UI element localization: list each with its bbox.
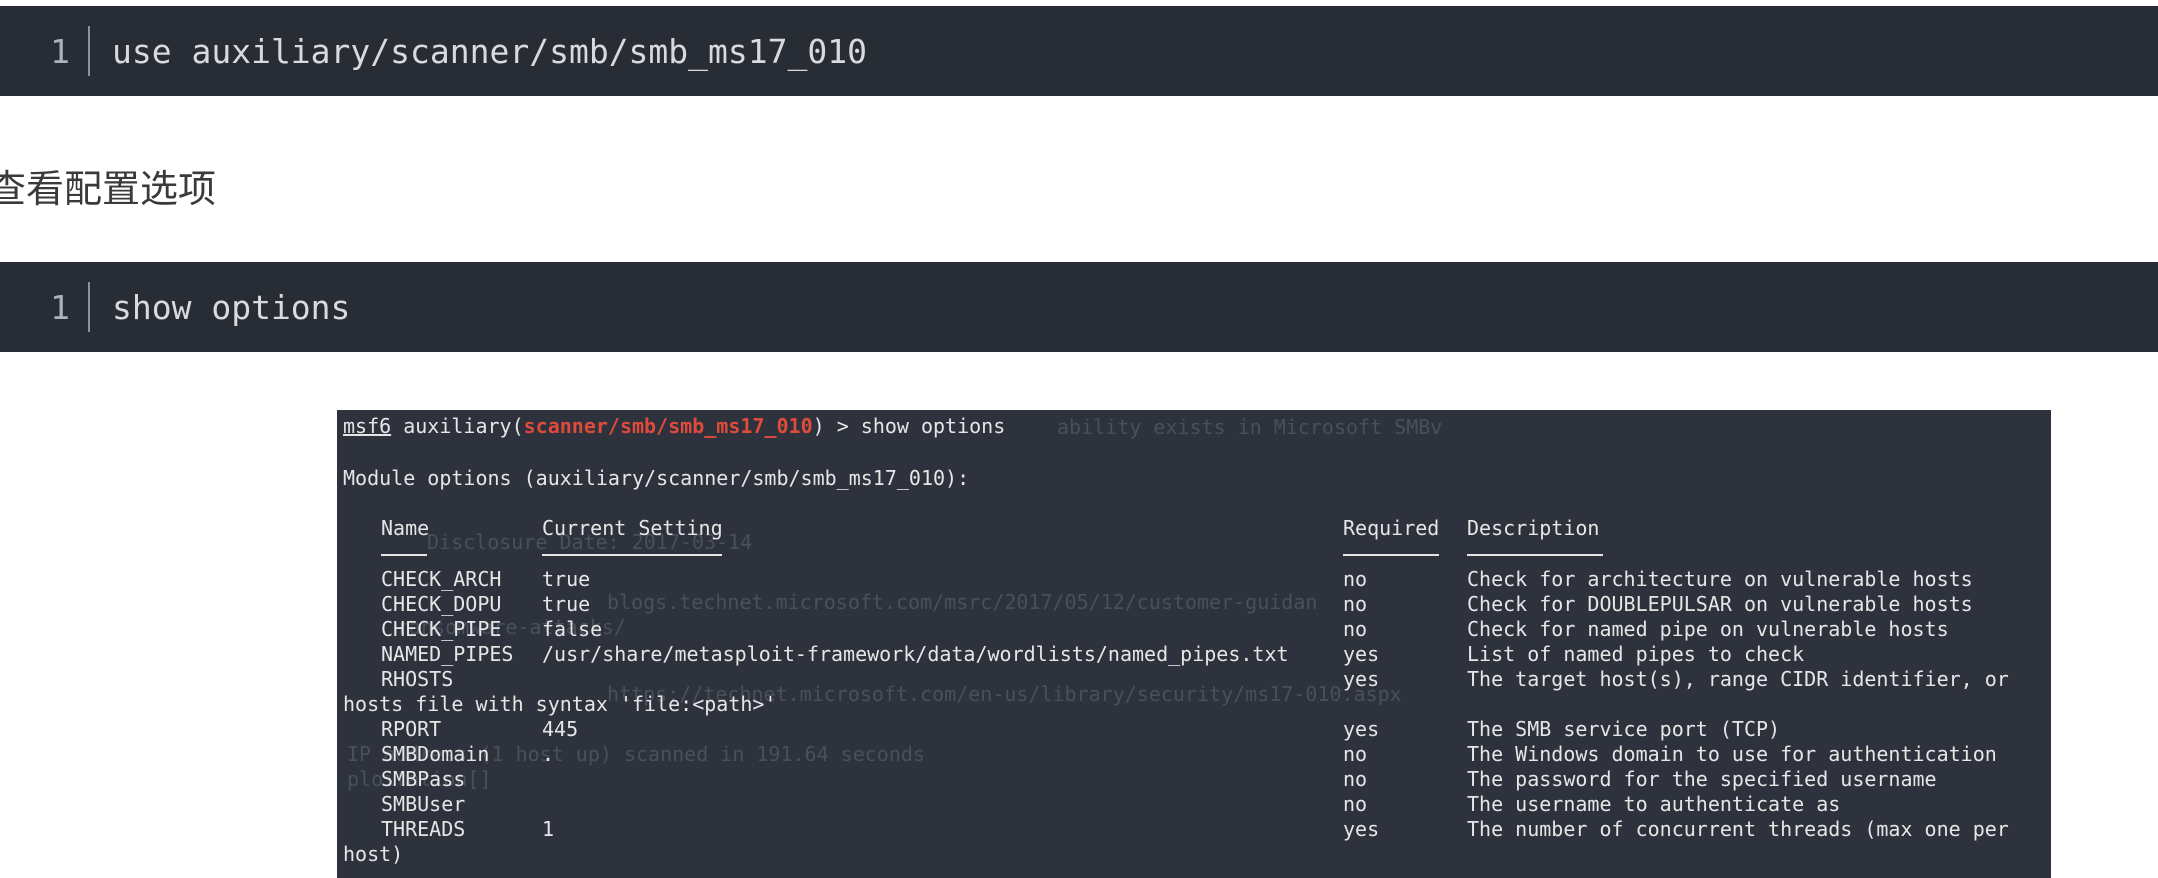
option-required: no <box>1343 792 1368 816</box>
wrapped-text: host) <box>343 842 404 866</box>
line-number: 1 <box>50 31 70 71</box>
option-setting: . <box>542 742 555 766</box>
prompt-context: auxiliary( <box>391 414 524 438</box>
option-required: yes <box>1343 667 1380 691</box>
option-name: NAMED_PIPES <box>381 642 514 666</box>
code-block-show-options: 1 show options <box>0 262 2158 352</box>
line-number: 1 <box>50 287 70 327</box>
header-underline <box>1343 554 1439 556</box>
option-description: The SMB service port (TCP) <box>1467 717 1781 741</box>
option-name: SMBUser <box>381 792 466 816</box>
option-setting: 1 <box>542 817 555 841</box>
option-description: The Windows domain to use for authentica… <box>1467 742 1997 766</box>
header-description: Description <box>1467 516 1600 540</box>
ghost-text: blogs.technet.microsoft.com/msrc/2017/05… <box>607 590 1318 614</box>
wrapped-text: hosts file with syntax 'file:<path>' <box>343 692 777 716</box>
prompt-user: msf6 <box>343 414 392 438</box>
code-line: use auxiliary/scanner/smb/smb_ms17_010 <box>112 31 867 71</box>
prompt-command: ) > show options <box>812 414 1006 438</box>
option-name: SMBDomain <box>381 742 490 766</box>
option-description: The number of concurrent threads (max on… <box>1467 817 2009 841</box>
code-line: show options <box>112 287 351 327</box>
option-name: CHECK_PIPE <box>381 617 502 641</box>
header-required: Required <box>1343 516 1440 540</box>
option-description: The target host(s), range CIDR identifie… <box>1467 667 2009 691</box>
option-required: no <box>1343 617 1368 641</box>
header-underline <box>1467 554 1603 556</box>
module-options-title: Module options (auxiliary/scanner/smb/sm… <box>343 466 970 490</box>
option-description: Check for named pipe on vulnerable hosts <box>1467 617 1949 641</box>
code-block-use-module: 1 use auxiliary/scanner/smb/smb_ms17_010 <box>0 6 2158 96</box>
option-required: no <box>1343 567 1368 591</box>
option-setting: 445 <box>542 717 579 741</box>
option-description: List of named pipes to check <box>1467 642 1805 666</box>
option-required: no <box>1343 592 1368 616</box>
option-name: RHOSTS <box>381 667 454 691</box>
command-prompt: msf6 auxiliary(scanner/smb/smb_ms17_010)… <box>343 414 1005 438</box>
option-name: RPORT <box>381 717 442 741</box>
header-underline <box>542 554 722 556</box>
header-name: Name <box>381 516 430 540</box>
option-required: yes <box>1343 717 1380 741</box>
option-name: CHECK_DOPU <box>381 592 502 616</box>
option-description: Check for architecture on vulnerable hos… <box>1467 567 1973 591</box>
header-underline <box>381 554 427 556</box>
option-setting: true <box>542 567 591 591</box>
option-description: The username to authenticate as <box>1467 792 1841 816</box>
option-setting: /usr/share/metasploit-framework/data/wor… <box>542 642 1289 666</box>
header-current-setting: Current Setting <box>542 516 723 540</box>
section-paragraph: 查看配置选项 <box>0 167 217 211</box>
option-name: THREADS <box>381 817 466 841</box>
ghost-text: ability exists in Microsoft SMBv <box>1057 415 1443 439</box>
option-setting: false <box>542 617 603 641</box>
option-name: SMBPass <box>381 767 466 791</box>
option-description: The password for the specified username <box>1467 767 1937 791</box>
prompt-module: scanner/smb/smb_ms17_010 <box>523 414 813 438</box>
option-setting: true <box>542 592 591 616</box>
option-required: no <box>1343 742 1368 766</box>
option-required: yes <box>1343 817 1380 841</box>
option-description: Check for DOUBLEPULSAR on vulnerable hos… <box>1467 592 1973 616</box>
terminal-screenshot: ability exists in Microsoft SMBv Disclos… <box>337 410 2051 878</box>
option-required: no <box>1343 767 1368 791</box>
option-name: CHECK_ARCH <box>381 567 502 591</box>
option-required: yes <box>1343 642 1380 666</box>
